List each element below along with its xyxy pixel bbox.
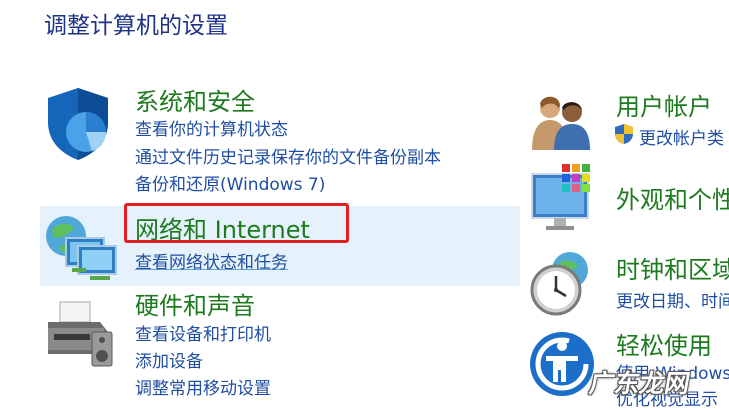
category-clock-region[interactable]: 时钟和区域 (616, 250, 729, 285)
link-view-computer-status[interactable]: 查看你的计算机状态 (135, 115, 288, 140)
clock-region-icon (530, 252, 588, 316)
link-change-date-time[interactable]: 更改日期、时间 (616, 287, 729, 312)
shield-icon (48, 88, 108, 160)
ease-of-access-icon (530, 332, 594, 396)
category-user-accounts[interactable]: 用户帐户 (616, 87, 712, 122)
link-backup-restore[interactable]: 备份和还原(Windows 7) (135, 170, 325, 195)
link-mobility-settings[interactable]: 调整常用移动设置 (135, 374, 271, 399)
link-file-history-backup[interactable]: 通过文件历史记录保存你的文件备份副本 (135, 143, 441, 168)
category-appearance[interactable]: 外观和个性 (616, 180, 729, 215)
page-title: 调整计算机的设置 (44, 13, 228, 39)
watermark: 广东龙网 (587, 369, 693, 398)
link-view-network-status[interactable]: 查看网络状态和任务 (135, 248, 288, 273)
category-ease-of-access[interactable]: 轻松使用 (616, 326, 712, 361)
link-add-device[interactable]: 添加设备 (135, 347, 203, 372)
red-annotation-box (124, 203, 349, 243)
printer-icon (48, 301, 113, 367)
users-icon (532, 96, 590, 150)
network-icon (46, 216, 117, 280)
uac-shield-icon (615, 124, 633, 144)
appearance-icon (531, 164, 590, 230)
link-devices-printers[interactable]: 查看设备和打印机 (135, 320, 271, 345)
category-system-security[interactable]: 系统和安全 (135, 82, 255, 117)
link-change-account-type[interactable]: 更改帐户类 (639, 124, 724, 149)
category-hardware-sound[interactable]: 硬件和声音 (135, 286, 255, 321)
